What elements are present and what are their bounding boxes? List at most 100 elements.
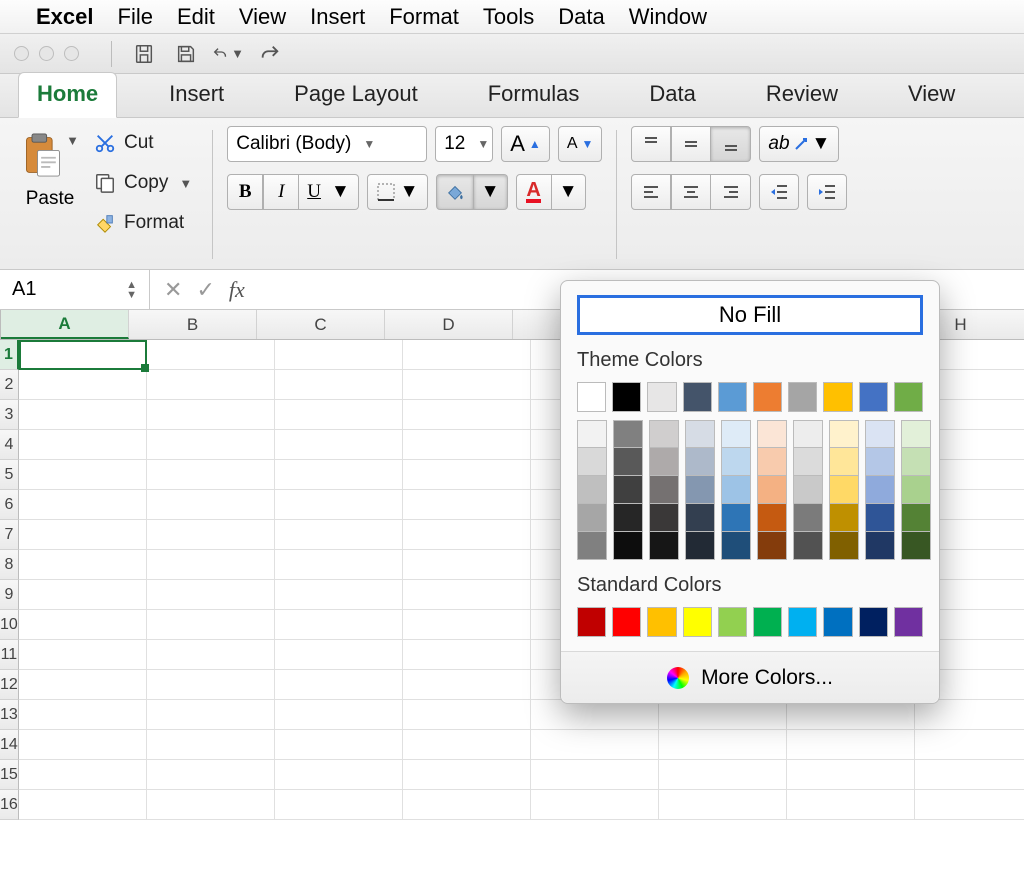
menu-edit[interactable]: Edit [177,4,215,30]
cell[interactable] [659,700,787,730]
column-header[interactable]: B [129,310,257,339]
cell[interactable] [19,370,147,400]
color-swatch[interactable] [793,420,823,448]
color-swatch[interactable] [647,382,676,412]
color-swatch[interactable] [788,607,817,637]
cell[interactable] [403,370,531,400]
fill-color-dropdown[interactable]: ▼ [474,174,508,210]
menu-insert[interactable]: Insert [310,4,365,30]
cell[interactable] [275,550,403,580]
color-swatch[interactable] [718,382,747,412]
cell[interactable] [147,430,275,460]
color-swatch[interactable] [649,448,679,476]
cell[interactable] [787,700,915,730]
cell[interactable] [19,730,147,760]
font-color-button[interactable]: A [516,174,552,210]
cell[interactable] [147,640,275,670]
color-swatch[interactable] [647,607,676,637]
cell[interactable] [19,430,147,460]
color-swatch[interactable] [823,607,852,637]
cell[interactable] [147,700,275,730]
orientation-button[interactable]: ab ▼ [759,126,839,162]
accept-formula-icon[interactable]: ✓ [196,277,214,303]
row-header[interactable]: 10 [0,610,19,640]
cell[interactable] [19,580,147,610]
color-swatch[interactable] [613,448,643,476]
cell[interactable] [19,520,147,550]
zoom-window-button[interactable] [64,46,79,61]
grow-font-button[interactable]: A▲ [501,126,550,162]
cancel-formula-icon[interactable]: ✕ [164,277,182,303]
cell[interactable] [787,760,915,790]
cell[interactable] [19,460,147,490]
cell[interactable] [403,700,531,730]
color-swatch[interactable] [721,476,751,504]
color-swatch[interactable] [612,382,641,412]
menu-tools[interactable]: Tools [483,4,534,30]
color-swatch[interactable] [901,504,931,532]
cell[interactable] [147,670,275,700]
color-swatch[interactable] [901,476,931,504]
color-swatch[interactable] [793,476,823,504]
name-box[interactable]: A1 ▲▼ [0,270,150,309]
decrease-indent-button[interactable] [759,174,799,210]
increase-indent-button[interactable] [807,174,847,210]
color-swatch[interactable] [718,607,747,637]
cell[interactable] [147,460,275,490]
color-swatch[interactable] [683,382,712,412]
cell[interactable] [19,790,147,820]
row-header[interactable]: 13 [0,700,19,730]
tab-home[interactable]: Home [18,72,117,118]
color-swatch[interactable] [901,420,931,448]
row-header[interactable]: 9 [0,580,19,610]
cell[interactable] [403,610,531,640]
font-name-combo[interactable]: Calibri (Body) ▼ [227,126,427,162]
cell[interactable] [915,760,1024,790]
color-swatch[interactable] [685,476,715,504]
color-swatch[interactable] [649,420,679,448]
cell[interactable] [275,370,403,400]
cell[interactable] [403,490,531,520]
cell[interactable] [531,760,659,790]
cell[interactable] [275,580,403,610]
color-swatch[interactable] [721,532,751,560]
close-window-button[interactable] [14,46,29,61]
color-swatch[interactable] [683,607,712,637]
redo-button[interactable] [254,39,286,69]
cell[interactable] [787,730,915,760]
color-swatch[interactable] [793,504,823,532]
copy-button[interactable]: Copy ▼ [88,166,198,200]
cell[interactable] [275,730,403,760]
color-swatch[interactable] [685,420,715,448]
italic-button[interactable]: I [263,174,299,210]
color-swatch[interactable] [685,448,715,476]
cell[interactable] [19,700,147,730]
cut-button[interactable]: Cut [88,126,198,160]
row-header[interactable]: 2 [0,370,19,400]
tab-data[interactable]: Data [631,73,713,117]
color-swatch[interactable] [829,420,859,448]
cell[interactable] [275,490,403,520]
color-swatch[interactable] [757,420,787,448]
color-swatch[interactable] [894,607,923,637]
color-swatch[interactable] [577,382,606,412]
cell[interactable] [275,400,403,430]
cell[interactable] [915,700,1024,730]
cell[interactable] [275,640,403,670]
color-swatch[interactable] [894,382,923,412]
no-fill-button[interactable]: No Fill [577,295,923,335]
row-header[interactable]: 14 [0,730,19,760]
font-color-dropdown[interactable]: ▼ [552,174,586,210]
color-swatch[interactable] [685,504,715,532]
row-header[interactable]: 3 [0,400,19,430]
cell[interactable] [19,760,147,790]
align-middle-button[interactable] [671,126,711,162]
color-swatch[interactable] [865,532,895,560]
cell[interactable] [403,400,531,430]
cell[interactable] [659,760,787,790]
color-swatch[interactable] [829,532,859,560]
align-bottom-button[interactable] [711,126,751,162]
cell[interactable] [403,520,531,550]
color-swatch[interactable] [577,476,607,504]
cell[interactable] [147,580,275,610]
